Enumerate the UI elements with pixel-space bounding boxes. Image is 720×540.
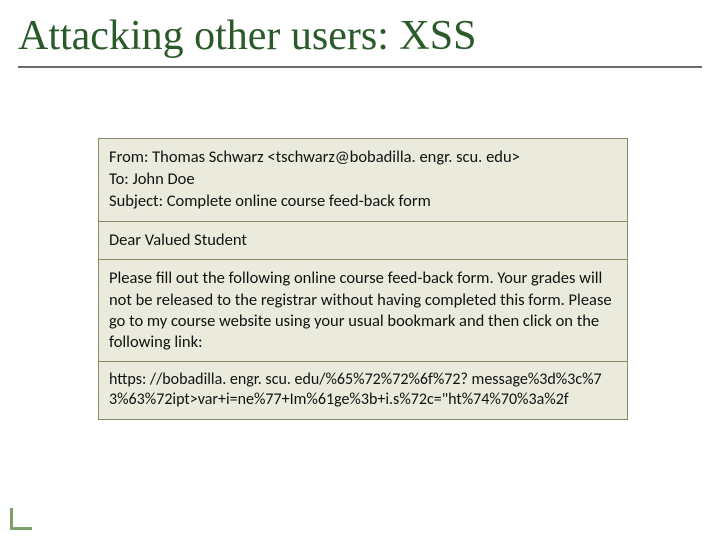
from-value: Thomas Schwarz <tschwarz@bobadilla. engr…	[152, 147, 520, 167]
email-header-cell: From: Thomas Schwarz <tschwarz@bobadilla…	[99, 139, 627, 222]
email-from-line: From: Thomas Schwarz <tschwarz@bobadilla…	[109, 147, 617, 168]
email-to-line: To: John Doe	[109, 169, 617, 190]
to-label: To:	[109, 169, 129, 189]
slide: Attacking other users: XSS From: Thomas …	[0, 0, 720, 540]
title-area: Attacking other users: XSS	[18, 12, 702, 68]
title-underline	[18, 66, 702, 68]
subject-value: Complete online course feed-back form	[167, 191, 431, 211]
email-salutation: Dear Valued Student	[109, 230, 247, 250]
corner-decoration	[10, 508, 32, 530]
corner-horizontal	[10, 527, 32, 530]
email-url-cell: https: //bobadilla. engr. scu. edu/%65%7…	[99, 362, 627, 419]
email-subject-line: Subject: Complete online course feed-bac…	[109, 191, 617, 212]
email-salutation-cell: Dear Valued Student	[99, 222, 627, 260]
slide-title: Attacking other users: XSS	[18, 12, 702, 60]
email-box: From: Thomas Schwarz <tschwarz@bobadilla…	[98, 138, 628, 420]
email-body-cell: Please fill out the following online cou…	[99, 260, 627, 361]
from-label: From:	[109, 147, 148, 167]
email-body-text: Please fill out the following online cou…	[109, 268, 612, 351]
email-url: https: //bobadilla. engr. scu. edu/%65%7…	[109, 370, 602, 409]
subject-label: Subject:	[109, 191, 163, 211]
to-value: John Doe	[132, 169, 194, 189]
